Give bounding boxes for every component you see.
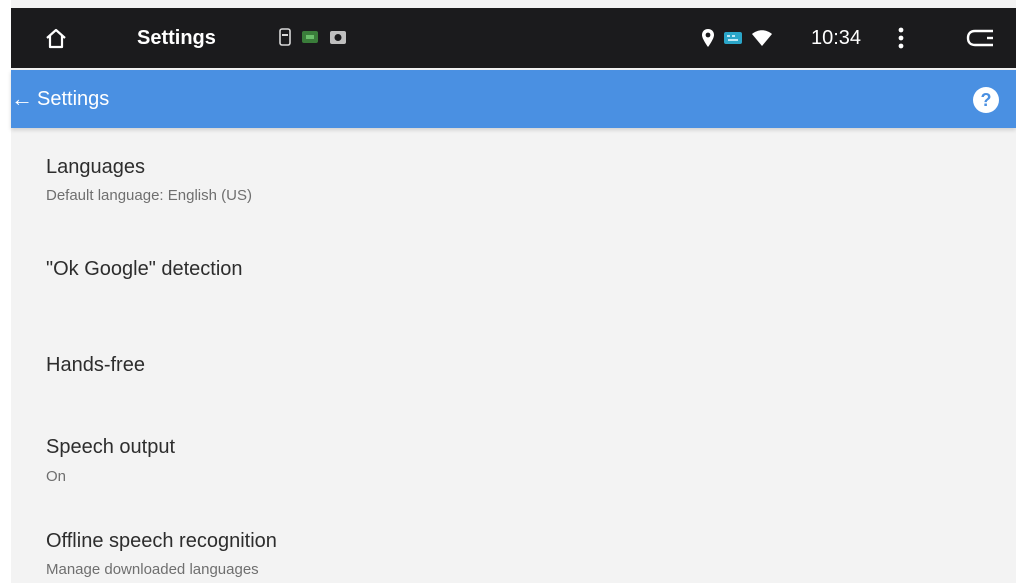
home-button[interactable] <box>41 24 71 52</box>
clock: 10:34 <box>811 27 862 49</box>
android-debug-icon <box>302 31 318 43</box>
setting-speech-output[interactable]: Speech output On <box>11 416 1016 508</box>
setting-summary: Manage downloaded languages <box>46 561 259 578</box>
setting-title: "Ok Google" detection <box>46 258 243 280</box>
status-app-title: Settings <box>137 27 216 49</box>
photo-icon <box>330 31 346 44</box>
system-back-button[interactable] <box>963 24 999 52</box>
navigate-up-button[interactable]: ← Settings <box>5 70 115 128</box>
location-icon <box>702 29 714 47</box>
more-vert-icon <box>898 27 904 49</box>
help-button[interactable]: ? <box>973 87 999 113</box>
setting-title: Hands-free <box>46 354 145 376</box>
setting-summary: Default language: English (US) <box>46 187 252 204</box>
sd-card-icon <box>279 28 291 46</box>
android-screen: Settings 10:34 ← Settings ? Languages De… <box>0 0 1016 583</box>
setting-title: Speech output <box>46 436 175 458</box>
page-title: Settings <box>37 88 110 110</box>
arrow-left-icon: ← <box>11 86 33 111</box>
action-bar: ← Settings ? <box>11 70 1016 128</box>
setting-title: Languages <box>46 156 145 178</box>
setting-languages[interactable]: Languages Default language: English (US) <box>11 128 1016 220</box>
help-icon: ? <box>980 90 992 110</box>
setting-summary: On <box>46 468 67 485</box>
wifi-icon <box>752 30 772 46</box>
keyboard-icon <box>724 32 742 44</box>
status-bar: Settings 10:34 <box>11 8 1016 68</box>
notification-icons <box>279 28 347 46</box>
setting-hands-free[interactable]: Hands-free <box>11 320 1016 412</box>
back-icon <box>966 29 993 47</box>
overflow-menu-button[interactable] <box>891 22 911 54</box>
home-icon <box>46 28 66 49</box>
setting-ok-google-detection[interactable]: "Ok Google" detection <box>11 224 1016 316</box>
system-icons <box>701 26 773 50</box>
setting-offline-speech-recognition[interactable]: Offline speech recognition Manage downlo… <box>11 512 1016 583</box>
setting-title: Offline speech recognition <box>46 530 277 552</box>
settings-list: Languages Default language: English (US)… <box>11 128 1016 583</box>
